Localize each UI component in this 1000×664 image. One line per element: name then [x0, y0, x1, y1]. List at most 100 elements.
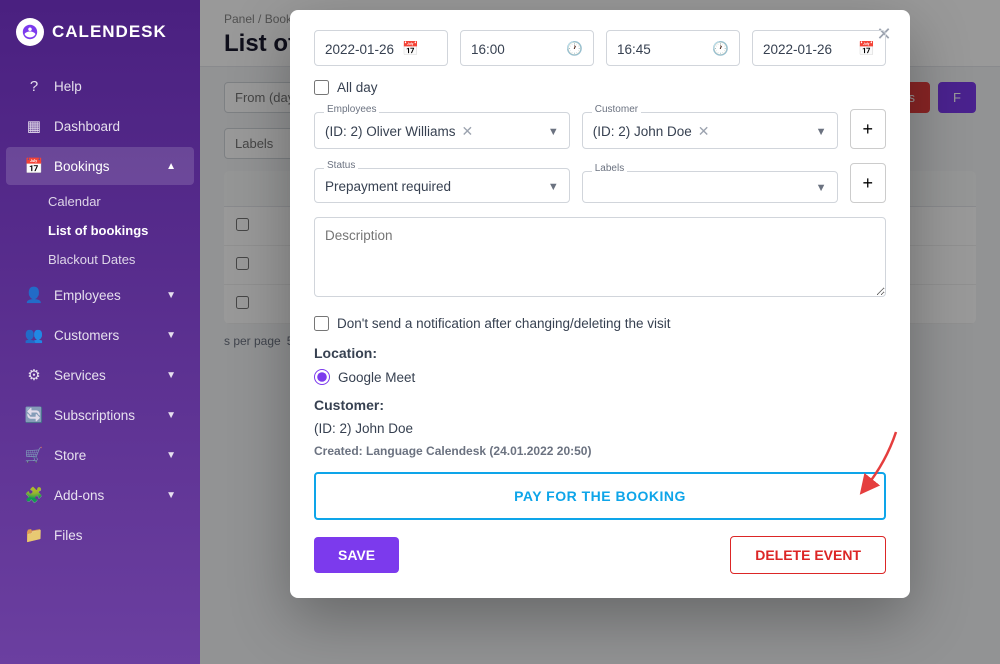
customer-clear-icon[interactable]: ✕ [698, 123, 710, 140]
logo-text: CALENDESK [52, 22, 167, 42]
notification-label: Don't send a notification after changing… [337, 316, 671, 331]
modal-people-row: Employees (ID: 2) Oliver Williams ✕ ▼ Cu… [314, 109, 886, 149]
customers-arrow-icon: ▼ [166, 330, 176, 341]
sidebar-item-customers[interactable]: 👥 Customers ▼ [6, 316, 194, 354]
booking-modal: ✕ 2022-01-26 📅 16:00 🕐 [290, 10, 910, 598]
end-date-field: 2022-01-26 📅 [752, 30, 886, 66]
all-day-checkbox[interactable] [314, 80, 329, 95]
description-container [314, 217, 886, 302]
sidebar-item-bookings[interactable]: 📅 Bookings ▲ [6, 147, 194, 185]
labels-field: Labels ▼ [582, 171, 838, 203]
logo-icon [16, 18, 44, 46]
status-label: Status [324, 160, 358, 171]
start-date-value: 2022-01-26 [325, 42, 394, 57]
notification-checkbox[interactable] [314, 316, 329, 331]
sidebar-item-calendar[interactable]: Calendar [0, 187, 200, 216]
addons-arrow-icon: ▼ [166, 490, 176, 501]
sidebar-item-blackout-dates[interactable]: Blackout Dates [0, 245, 200, 274]
description-textarea[interactable] [314, 217, 886, 297]
sidebar-item-addons[interactable]: 🧩 Add-ons ▼ [6, 476, 194, 514]
bookings-icon: 📅 [24, 157, 44, 175]
clock-icon[interactable]: 🕐 [566, 41, 583, 57]
save-button[interactable]: SAVE [314, 537, 399, 573]
bookings-arrow-icon: ▲ [166, 161, 176, 172]
employees-icon: 👤 [24, 286, 44, 304]
google-meet-radio[interactable] [314, 369, 330, 385]
employees-arrow-icon: ▼ [166, 290, 176, 301]
bookings-subnav: Calendar List of bookings Blackout Dates [0, 187, 200, 274]
sidebar: CALENDESK ? Help ▦ Dashboard 📅 Bookings … [0, 0, 200, 664]
nav-label-employees: Employees [54, 288, 121, 303]
employees-field: Employees (ID: 2) Oliver Williams ✕ ▼ [314, 112, 570, 149]
pay-booking-button[interactable]: PAY FOR THE BOOKING [314, 472, 886, 520]
sidebar-item-services[interactable]: ⚙ Services ▼ [6, 356, 194, 394]
customer-label: Customer [592, 104, 641, 115]
employee-dropdown-icon[interactable]: ▼ [548, 126, 559, 138]
nav-label-customers: Customers [54, 328, 119, 343]
nav-label-addons: Add-ons [54, 488, 104, 503]
customer-dropdown-icon[interactable]: ▼ [816, 126, 827, 138]
google-meet-label: Google Meet [338, 370, 415, 385]
subscriptions-icon: 🔄 [24, 406, 44, 424]
sidebar-item-employees[interactable]: 👤 Employees ▼ [6, 276, 194, 314]
sidebar-item-dashboard[interactable]: ▦ Dashboard [6, 107, 194, 145]
customer-section-label: Customer: [314, 397, 886, 413]
location-label: Location: [314, 345, 886, 361]
sidebar-item-store[interactable]: 🛒 Store ▼ [6, 436, 194, 474]
location-radio-row: Google Meet [314, 369, 886, 385]
add-customer-button[interactable]: + [850, 109, 887, 149]
customer-field: Customer (ID: 2) John Doe ✕ ▼ [582, 112, 838, 149]
clock-end-icon[interactable]: 🕐 [712, 41, 729, 57]
addons-icon: 🧩 [24, 486, 44, 504]
subscriptions-arrow-icon: ▼ [166, 410, 176, 421]
help-icon: ? [24, 78, 44, 95]
end-date-value: 2022-01-26 [763, 42, 832, 57]
employee-value: (ID: 2) Oliver Williams [325, 124, 456, 139]
all-day-row: All day [314, 80, 886, 95]
add-label-button[interactable]: + [850, 163, 887, 203]
nav-label-files: Files [54, 528, 83, 543]
labels-dropdown-icon[interactable]: ▼ [816, 182, 827, 194]
start-time-value: 16:00 [471, 42, 505, 57]
employee-clear-icon[interactable]: ✕ [462, 123, 474, 140]
sidebar-item-help[interactable]: ? Help [6, 68, 194, 105]
start-time-field: 16:00 🕐 [460, 30, 594, 66]
calendar-end-icon[interactable]: 📅 [858, 41, 875, 57]
dashboard-icon: ▦ [24, 117, 44, 135]
store-icon: 🛒 [24, 446, 44, 464]
created-label: Created: [314, 444, 363, 458]
employees-label: Employees [324, 104, 379, 115]
created-info: Created: Language Calendesk (24.01.2022 … [314, 444, 886, 458]
calendar-icon[interactable]: 📅 [402, 41, 419, 57]
nav-label-bookings: Bookings [54, 159, 110, 174]
start-date-field: 2022-01-26 📅 [314, 30, 448, 66]
pay-booking-label: PAY FOR THE BOOKING [514, 488, 686, 504]
modal-datetime-row: 2022-01-26 📅 16:00 🕐 16:45 🕐 [314, 30, 886, 66]
delete-event-button[interactable]: DELETE EVENT [730, 536, 886, 574]
modal-status-row: Status Prepayment required ▼ Labels ▼ + [314, 163, 886, 203]
nav-label-help: Help [54, 79, 82, 94]
created-value: Language Calendesk (24.01.2022 20:50) [366, 444, 591, 458]
nav-label-services: Services [54, 368, 106, 383]
nav-label-subscriptions: Subscriptions [54, 408, 135, 423]
customer-display-name: (ID: 2) John Doe [314, 421, 886, 436]
main-content: Panel / Bookings List of bookings All Em… [200, 0, 1000, 664]
nav-label-dashboard: Dashboard [54, 119, 120, 134]
files-icon: 📁 [24, 526, 44, 544]
status-dropdown-icon[interactable]: ▼ [548, 181, 559, 193]
sidebar-item-files[interactable]: 📁 Files [6, 516, 194, 554]
sidebar-item-list-bookings[interactable]: List of bookings [0, 216, 200, 245]
labels-label: Labels [592, 163, 627, 174]
end-time-field: 16:45 🕐 [606, 30, 740, 66]
customers-icon: 👥 [24, 326, 44, 344]
nav-label-store: Store [54, 448, 86, 463]
status-value: Prepayment required [325, 179, 451, 194]
location-section: Location: Google Meet [314, 345, 886, 385]
notification-row: Don't send a notification after changing… [314, 316, 886, 331]
modal-overlay: ✕ 2022-01-26 📅 16:00 🕐 [200, 0, 1000, 664]
modal-footer: SAVE DELETE EVENT [314, 536, 886, 574]
sidebar-item-subscriptions[interactable]: 🔄 Subscriptions ▼ [6, 396, 194, 434]
services-icon: ⚙ [24, 366, 44, 384]
sidebar-logo: CALENDESK [0, 0, 200, 64]
customer-value: (ID: 2) John Doe [593, 124, 692, 139]
